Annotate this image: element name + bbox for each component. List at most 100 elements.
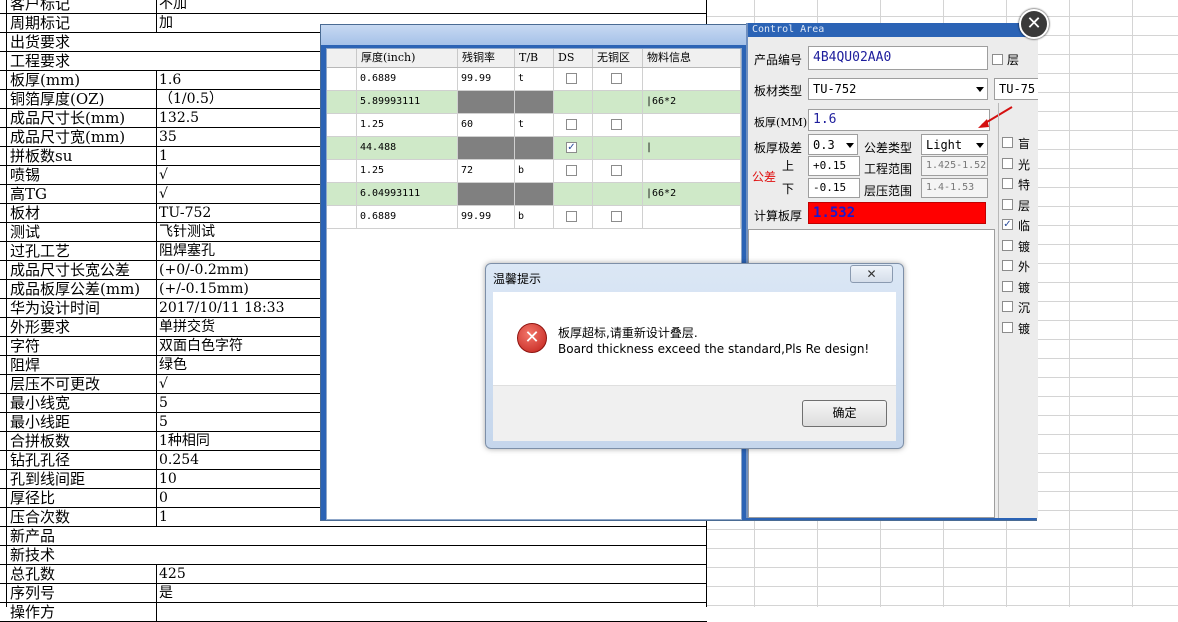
checkbox[interactable] [611,211,622,222]
grid-cell-thickness[interactable]: 6.04993111 [357,183,458,205]
grid-cell-nocopper[interactable] [593,68,643,90]
grid-cell-tb[interactable]: t [515,114,554,136]
layer-checkbox[interactable] [992,54,1003,65]
tolerance-type-select[interactable]: Light [921,134,988,155]
grid-cell-material[interactable] [643,68,741,90]
grid-cell-nocopper[interactable] [593,114,643,136]
sheet-row[interactable]: 序列号 是 [0,584,707,603]
side-option-checkbox[interactable] [1002,178,1013,189]
grid-cell-tb[interactable]: t [515,68,554,90]
grid-cell-ds[interactable] [554,160,593,182]
side-option-checkbox[interactable] [1002,321,1013,333]
checkbox[interactable] [566,165,577,176]
grid-cell-material[interactable]: |66*2 [643,91,741,113]
thickness-field[interactable]: 1.6 [808,109,990,131]
checkbox[interactable] [611,73,622,84]
grid-row[interactable]: 6.04993111 |66*2 [327,183,741,206]
close-icon[interactable]: ✕ [1019,9,1049,39]
sheet-row[interactable]: 新技术 [0,546,707,565]
grid-cell-ds[interactable] [554,183,593,205]
checkbox[interactable] [566,73,577,84]
tolerance-range-select[interactable]: 0.3 [808,134,858,155]
sheet-row-value: √ [159,186,168,202]
product-number-field[interactable]: 4B4QU02AA0 [808,46,988,70]
grid-cell-copper[interactable] [458,91,515,113]
grid-cell-nocopper[interactable] [593,91,643,113]
side-option-checkbox[interactable]: ✓ [1002,219,1013,230]
grid-cell-ds[interactable] [554,91,593,113]
grid-cell-ds[interactable]: ✓ [554,137,593,159]
side-option-checkbox[interactable] [1002,137,1013,148]
grid-column-header[interactable]: 厚度(inch) [357,49,458,67]
grid-cell-nocopper[interactable] [593,160,643,182]
grid-cell-tb[interactable] [515,137,554,159]
grid-cell-copper[interactable] [458,183,515,205]
checkbox[interactable]: ✓ [566,142,577,153]
checkbox[interactable] [611,119,622,130]
grid-cell-tb[interactable]: b [515,206,554,228]
grid-column-header[interactable]: 无铜区 [593,49,643,67]
grid-cell-material[interactable] [643,160,741,182]
grid-cell-material[interactable] [643,114,741,136]
grid-cell-copper[interactable]: 99.99 [458,68,515,90]
grid-cell-ds[interactable] [554,114,593,136]
dialog-close-button[interactable]: ✕ [850,265,893,283]
grid-column-header[interactable]: 物料信息 [643,49,741,67]
grid-cell-thickness[interactable]: 1.25 [357,114,458,136]
side-option-checkbox[interactable] [1002,157,1013,169]
material-type-select-2[interactable]: TU-75 [994,78,1038,100]
grid-column-header[interactable]: T/B [515,49,554,67]
grid-cell-material[interactable]: | [643,137,741,159]
grid-row[interactable]: 0.6889 99.99 t [327,68,741,91]
upper-tolerance-field[interactable]: +0.15 [808,156,860,176]
grid-cell-copper[interactable]: 72 [458,160,515,182]
checkbox[interactable] [611,165,622,176]
sheet-col-separator [156,280,157,299]
grid-cell-nocopper[interactable] [593,183,643,205]
grid-row[interactable]: 44.488 ✓ | [327,137,741,160]
grid-cell-material[interactable]: |66*2 [643,183,741,205]
grid-cell-nocopper[interactable] [593,206,643,228]
sheet-col-separator [156,223,157,242]
grid-cell-thickness[interactable]: 0.6889 [357,68,458,90]
side-option-checkbox[interactable] [1002,198,1013,210]
side-option-checkbox[interactable] [1002,260,1013,271]
chevron-down-icon [976,143,984,148]
grid-column-header[interactable]: DS [554,49,593,67]
grid-cell-thickness[interactable]: 1.25 [357,160,458,182]
grid-cell-ds[interactable] [554,206,593,228]
grid-row[interactable]: 5.89993111 |66*2 [327,91,741,114]
grid-cell-thickness[interactable]: 44.488 [357,137,458,159]
sheet-col-separator [156,0,157,14]
grid-column-header[interactable]: 残铜率 [458,49,515,67]
side-option-checkbox[interactable] [1002,301,1013,312]
grid-cell-thickness[interactable]: 0.6889 [357,206,458,228]
side-option-checkbox[interactable] [1002,280,1013,292]
checkbox[interactable] [566,211,577,222]
sheet-row[interactable]: 操作方 [0,603,707,622]
grid-cell-copper[interactable]: 60 [458,114,515,136]
sheet-row[interactable]: 客户标记 不加 [0,0,707,14]
grid-cell-material[interactable] [643,206,741,228]
grid-row-header [327,91,357,113]
material-type-select[interactable]: TU-752 [808,78,988,100]
grid-cell-tb[interactable] [515,91,554,113]
grid-cell-tb[interactable]: b [515,160,554,182]
grid-cell-copper[interactable]: 99.99 [458,206,515,228]
sheet-row[interactable]: 新产品 [0,527,707,546]
checkbox[interactable] [566,119,577,130]
sheet-col-separator [156,565,157,584]
ok-button[interactable]: 确定 [802,400,887,427]
grid-cell-thickness[interactable]: 5.89993111 [357,91,458,113]
grid-row[interactable]: 1.25 72 b [327,160,741,183]
lower-tolerance-field[interactable]: -0.15 [808,178,860,198]
grid-row[interactable]: 1.25 60 t [327,114,741,137]
sheet-row-value: 0 [159,490,168,506]
grid-cell-tb[interactable] [515,183,554,205]
grid-cell-copper[interactable] [458,137,515,159]
grid-cell-ds[interactable] [554,68,593,90]
grid-row[interactable]: 0.6889 99.99 b [327,206,741,229]
side-option-checkbox[interactable] [1002,239,1013,251]
grid-cell-nocopper[interactable] [593,137,643,159]
sheet-row[interactable]: 总孔数 425 [0,565,707,584]
